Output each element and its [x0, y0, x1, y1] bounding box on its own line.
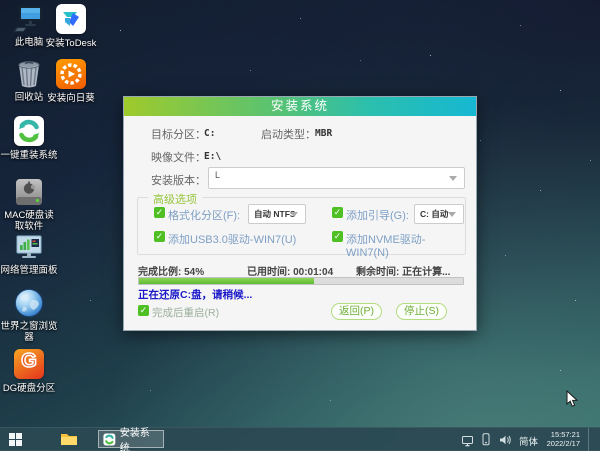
back-button[interactable]: 返回(P): [331, 303, 382, 320]
windows-logo-icon: [9, 433, 22, 446]
desktop-icon-diskgenius[interactable]: G DG硬盘分区: [0, 348, 58, 394]
todesk-icon: [55, 4, 87, 36]
mac-disk-icon: [13, 176, 45, 208]
desktop-icon-network-panel[interactable]: 网络管理面板: [0, 231, 58, 276]
folder-icon: [61, 434, 77, 445]
desktop-icon-world-browser[interactable]: 世界之窗浏览器: [0, 287, 58, 343]
chevron-down-icon: [448, 212, 456, 217]
stop-button[interactable]: 停止(S): [396, 303, 447, 320]
desktop-wallpaper: 此电脑 安装ToDesk 回收站 安装向日葵 一键重装系统 MAC硬盘读取软件 …: [0, 0, 600, 454]
target-partition-label: 目标分区：: [151, 129, 206, 141]
progress-bar: [138, 277, 464, 285]
chevron-down-icon: [449, 176, 457, 181]
reinstall-system-icon: [103, 433, 116, 445]
format-type-select[interactable]: 自动 NTFS: [248, 204, 306, 224]
show-desktop-divider[interactable]: [588, 428, 589, 451]
install-system-dialog: 安装系统 目标分区： C: 启动类型： MBR 映像文件： E:\ 安装版本： …: [123, 96, 477, 331]
volume-tray-icon[interactable]: [499, 433, 512, 451]
desktop-icon-todesk[interactable]: 安装ToDesk: [42, 3, 100, 49]
advanced-options-legend: 高级选项: [148, 191, 202, 207]
reinstall-system-icon: [13, 116, 45, 148]
add-boot-label[interactable]: 添加引导(G):: [346, 207, 409, 223]
boot-target-value: C: 自动: [420, 209, 449, 219]
usb-device-tray-icon[interactable]: [482, 433, 490, 451]
image-file-label: 映像文件：: [151, 152, 206, 164]
sunflower-icon: [55, 59, 87, 91]
clock-date: 2022/2/17: [546, 439, 580, 448]
install-version-value: L: [215, 170, 221, 180]
clock-time: 15:57:21: [550, 430, 580, 439]
this-pc-icon: [13, 3, 45, 35]
desktop-icon-label: 世界之窗浏览器: [0, 321, 58, 343]
image-file-value: E:\: [204, 151, 222, 162]
mouse-cursor: [566, 390, 579, 407]
recycle-bin-icon: [13, 58, 45, 90]
progress-bar-fill: [139, 278, 314, 284]
desktop-icon-reinstall-system[interactable]: 一键重装系统: [0, 115, 58, 161]
network-panel-icon: [13, 231, 45, 263]
format-partition-label[interactable]: 格式化分区(F):: [168, 207, 240, 223]
progress-elapsed-label: 已用时间: 00:01:04: [247, 267, 334, 278]
input-method-indicator[interactable]: 简体: [519, 434, 538, 448]
nvme-driver-label[interactable]: 添加NVME驱动-WIN7(N): [346, 231, 465, 259]
progress-percent-label: 完成比例: 54%: [138, 267, 205, 278]
diskgenius-icon: G: [13, 349, 45, 381]
target-partition-value: C:: [204, 128, 216, 139]
advanced-options-group: 高级选项 ✓ 格式化分区(F): 自动 NTFS ✓ 添加引导(G): C: 自…: [137, 191, 466, 259]
format-partition-checkbox[interactable]: ✓: [154, 207, 165, 218]
usb3-driver-checkbox[interactable]: ✓: [154, 231, 165, 242]
world-browser-icon: [13, 287, 45, 319]
desktop-icon-sunflower[interactable]: 安装向日葵: [42, 58, 100, 104]
install-version-label: 安装版本：: [151, 175, 206, 187]
taskbar-app-install-system[interactable]: 安装系统: [98, 428, 164, 454]
file-explorer-button[interactable]: [60, 431, 78, 452]
boot-target-select[interactable]: C: 自动: [414, 204, 464, 224]
network-tray-icon[interactable]: [462, 434, 475, 452]
install-version-select[interactable]: L: [208, 167, 465, 189]
restart-after-checkbox[interactable]: ✓: [138, 305, 149, 316]
taskbar: 安装系统 简体 15:57:21 2022/2/17: [0, 427, 600, 454]
dialog-title-bar: 安装系统: [124, 97, 476, 116]
nvme-driver-checkbox[interactable]: ✓: [332, 231, 343, 242]
desktop-icon-label: 一键重装系统: [0, 150, 58, 161]
desktop-icon-mac-disk[interactable]: MAC硬盘读取软件: [0, 176, 58, 232]
clock[interactable]: 15:57:21 2022/2/17: [538, 430, 580, 448]
status-text: 正在还原C:盘，请稍候...: [138, 289, 253, 301]
desktop-icon-label: MAC硬盘读取软件: [4, 210, 54, 232]
desktop-icon-label: 安装向日葵: [47, 93, 95, 104]
boot-type-label: 启动类型：: [261, 129, 316, 141]
desktop-icon-label: 网络管理面板: [0, 265, 58, 276]
progress-remaining-label: 剩余时间: 正在计算...: [356, 267, 451, 278]
desktop-icon-label: DG硬盘分区: [2, 383, 56, 394]
start-button[interactable]: [9, 433, 22, 446]
star-field: [0, 0, 1, 1]
chevron-down-icon: [290, 212, 298, 217]
desktop-icon-label: 安装ToDesk: [45, 38, 97, 49]
add-boot-checkbox[interactable]: ✓: [332, 207, 343, 218]
restart-after-label[interactable]: 完成后重启(R): [152, 305, 219, 320]
boot-type-value: MBR: [315, 128, 333, 139]
usb3-driver-label[interactable]: 添加USB3.0驱动-WIN7(U): [168, 231, 296, 247]
